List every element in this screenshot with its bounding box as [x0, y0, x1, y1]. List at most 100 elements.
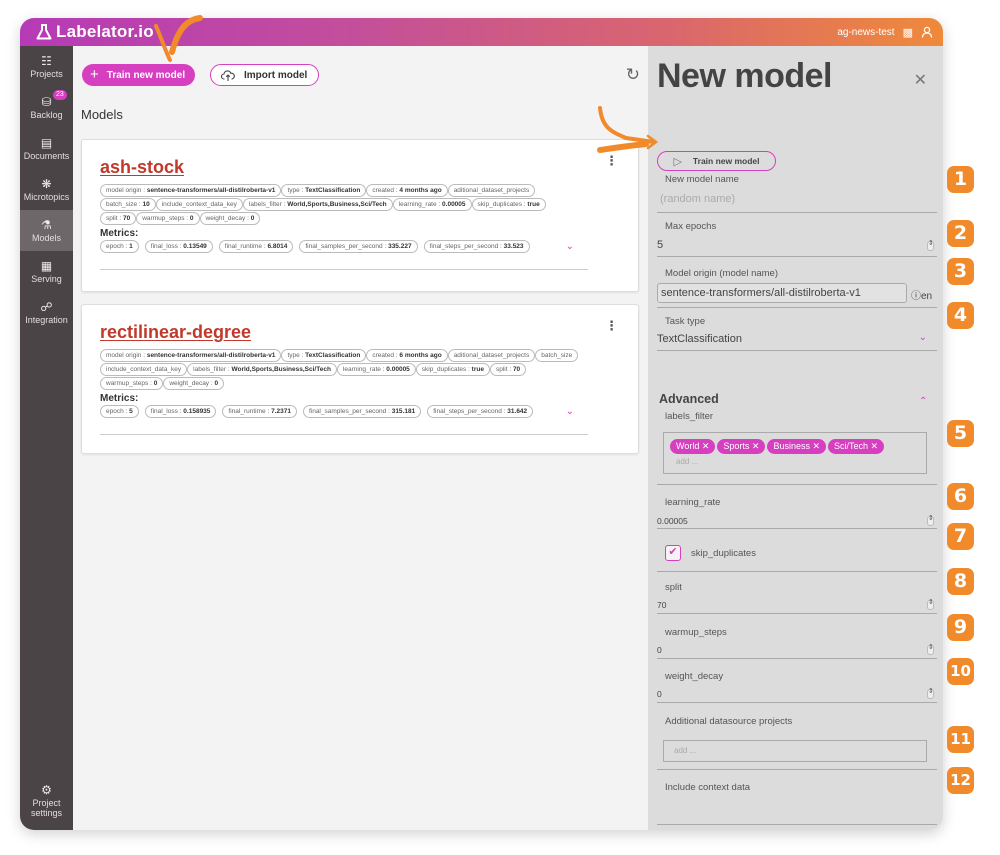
panel-train-button[interactable]: ▷ Train new model	[657, 151, 776, 171]
more-vert-icon[interactable]: ⋮	[605, 319, 618, 332]
sidebar-item-label: Project	[32, 798, 61, 808]
sidebar-item-project-settings[interactable]: ⚙ Project settings	[20, 776, 73, 826]
split-input[interactable]: 70	[657, 600, 666, 610]
train-new-model-button[interactable]: + Train new model	[82, 64, 196, 86]
max-epochs-field[interactable]: Max epochs 5 ⇕	[657, 221, 937, 261]
field-label: Max epochs	[665, 221, 717, 232]
model-card: ash-stock ⋮ model origin : sentence-tran…	[81, 139, 639, 292]
label-tag[interactable]: Business ✕	[767, 439, 827, 454]
sidebar-item-backlog[interactable]: ⛁ 23 Backlog	[20, 87, 73, 128]
param-chip: learning_rate : 0.00005	[392, 198, 472, 211]
learning-rate-field[interactable]: learning_rate 0.00005 ⇕	[657, 497, 937, 537]
sidebar-item-models[interactable]: ⚗ Models	[20, 210, 73, 251]
sidebar-item-serving[interactable]: ▦ Serving	[20, 251, 73, 292]
stepper-icon[interactable]: ⇕	[927, 644, 934, 655]
project-name[interactable]: ag-news-test	[837, 27, 894, 38]
sidebar-item-microtopics[interactable]: ❋ Microtopics	[20, 169, 73, 210]
task-type-select[interactable]: Task type TextClassification ⌄	[657, 316, 937, 356]
model-name-field[interactable]: New model name (random name)	[657, 174, 937, 214]
chevron-up-icon[interactable]: ⌃	[919, 396, 933, 407]
play-icon: ▷	[673, 155, 682, 168]
chevron-down-icon[interactable]: ⌄	[566, 406, 574, 417]
underline	[657, 571, 937, 572]
param-chip: aditional_dataset_projects	[447, 349, 536, 362]
additional-datasource-field[interactable]: Additional datasource projects add ...	[657, 716, 937, 776]
label-tag[interactable]: Sci/Tech ✕	[828, 439, 885, 454]
field-label: learning_rate	[665, 497, 721, 508]
model-origin-field[interactable]: Model origin (model name) sentence-trans…	[657, 268, 937, 314]
labels-chip-input[interactable]: World ✕ Sports ✕ Business ✕ Sci/Tech ✕ add …	[663, 432, 927, 474]
step-badge-4: 4	[947, 302, 974, 329]
field-label: Additional datasource projects	[665, 716, 793, 727]
advanced-section-title[interactable]: Advanced	[659, 392, 719, 406]
param-chip: skip_duplicates : true	[471, 198, 546, 211]
label-tag[interactable]: World ✕	[670, 439, 716, 454]
field-label: Include context data	[665, 782, 751, 793]
stepper-icon[interactable]: ⇕	[927, 515, 934, 526]
step-badge-2: 2	[947, 220, 974, 247]
field-label: split	[665, 582, 682, 593]
refresh-icon[interactable]: ↻	[626, 65, 640, 85]
top-bar: Labelator.io ag-news-test ▩	[20, 18, 943, 46]
sidebar-item-integration[interactable]: ☍ Integration	[20, 292, 73, 333]
logo[interactable]: Labelator.io	[35, 22, 154, 42]
warmup-steps-field[interactable]: warmup_steps 0 ⇕	[657, 627, 937, 667]
chart-icon[interactable]: ▩	[903, 26, 913, 39]
model-params: model origin : sentence-transformers/all…	[100, 184, 580, 253]
button-label: Train new model	[692, 156, 760, 166]
task-type-value[interactable]: TextClassification	[657, 333, 742, 345]
weight-decay-input[interactable]: 0	[657, 689, 662, 699]
metric-chip: final_samples_per_second : 335.227	[299, 240, 418, 253]
step-badge-1: 1	[947, 166, 974, 193]
model-name-link[interactable]: ash-stock	[100, 157, 184, 178]
user-icon[interactable]	[921, 26, 933, 38]
param-chip: created : 6 months ago	[366, 349, 448, 362]
gear-icon: ⚙	[41, 783, 52, 797]
split-field[interactable]: split 70 ⇕	[657, 582, 937, 622]
warmup-input[interactable]: 0	[657, 645, 662, 655]
param-chip: split : 70	[489, 363, 527, 376]
field-label: Model origin (model name)	[665, 268, 778, 279]
model-origin-input[interactable]: sentence-transformers/all-distilroberta-…	[657, 283, 907, 303]
include-context-field[interactable]: Include context data	[657, 782, 937, 830]
labels-add-input[interactable]: add ...	[676, 457, 698, 466]
skip-duplicates-checkbox[interactable]: ✔	[665, 545, 681, 561]
param-chip: include_context_data_key	[100, 363, 188, 376]
stepper-icon[interactable]: ⇕	[927, 240, 934, 251]
metric-chip: final_loss : 0.158935	[144, 405, 217, 418]
chevron-down-icon[interactable]: ⌄	[919, 332, 927, 343]
import-model-button[interactable]: Import model	[210, 64, 320, 86]
more-vert-icon[interactable]: ⋮	[605, 154, 618, 167]
grid-icon: ☷	[41, 53, 52, 68]
name-input[interactable]: (random name)	[660, 193, 735, 205]
field-label: weight_decay	[665, 671, 724, 682]
underline	[657, 528, 937, 529]
sidebar-item-label: Backlog	[30, 109, 63, 120]
sidebar-item-label: Serving	[31, 273, 62, 284]
info-language[interactable]: ⓘen	[911, 287, 932, 302]
sidebar-item-projects[interactable]: ☷ Projects	[20, 46, 73, 87]
weight-decay-field[interactable]: weight_decay 0 ⇕	[657, 671, 937, 711]
skip-duplicates-field[interactable]: ✔ skip_duplicates	[657, 541, 937, 581]
close-icon[interactable]: ✕	[914, 70, 927, 90]
model-name-link[interactable]: rectilinear-degree	[100, 322, 251, 343]
chevron-down-icon[interactable]: ⌄	[566, 241, 574, 252]
labels-filter-field[interactable]: labels_filter World ✕ Sports ✕ Business ✕ S…	[657, 411, 937, 486]
sidebar-item-documents[interactable]: ▤ Documents	[20, 128, 73, 169]
backlog-badge: 23	[53, 90, 67, 100]
metric-chip: final_runtime : 6.8014	[218, 240, 294, 253]
learning-rate-input[interactable]: 0.00005	[657, 516, 688, 526]
button-label: Import model	[244, 69, 308, 81]
epochs-input[interactable]: 5	[657, 239, 663, 251]
server-icon: ▦	[40, 258, 53, 273]
stepper-icon[interactable]: ⇕	[927, 599, 934, 610]
documents-icon: ▤	[40, 135, 53, 150]
integration-icon: ☍	[40, 299, 53, 314]
param-chip: skip_duplicates : true	[415, 363, 490, 376]
app-window: Labelator.io ag-news-test ▩ ☷ Projects ⛁…	[20, 18, 943, 830]
sidebar-item-label: settings	[30, 808, 63, 818]
additional-projects-input[interactable]: add ...	[663, 740, 927, 762]
param-chip: learning_rate : 0.00005	[336, 363, 416, 376]
stepper-icon[interactable]: ⇕	[927, 688, 934, 699]
label-tag[interactable]: Sports ✕	[717, 439, 766, 454]
